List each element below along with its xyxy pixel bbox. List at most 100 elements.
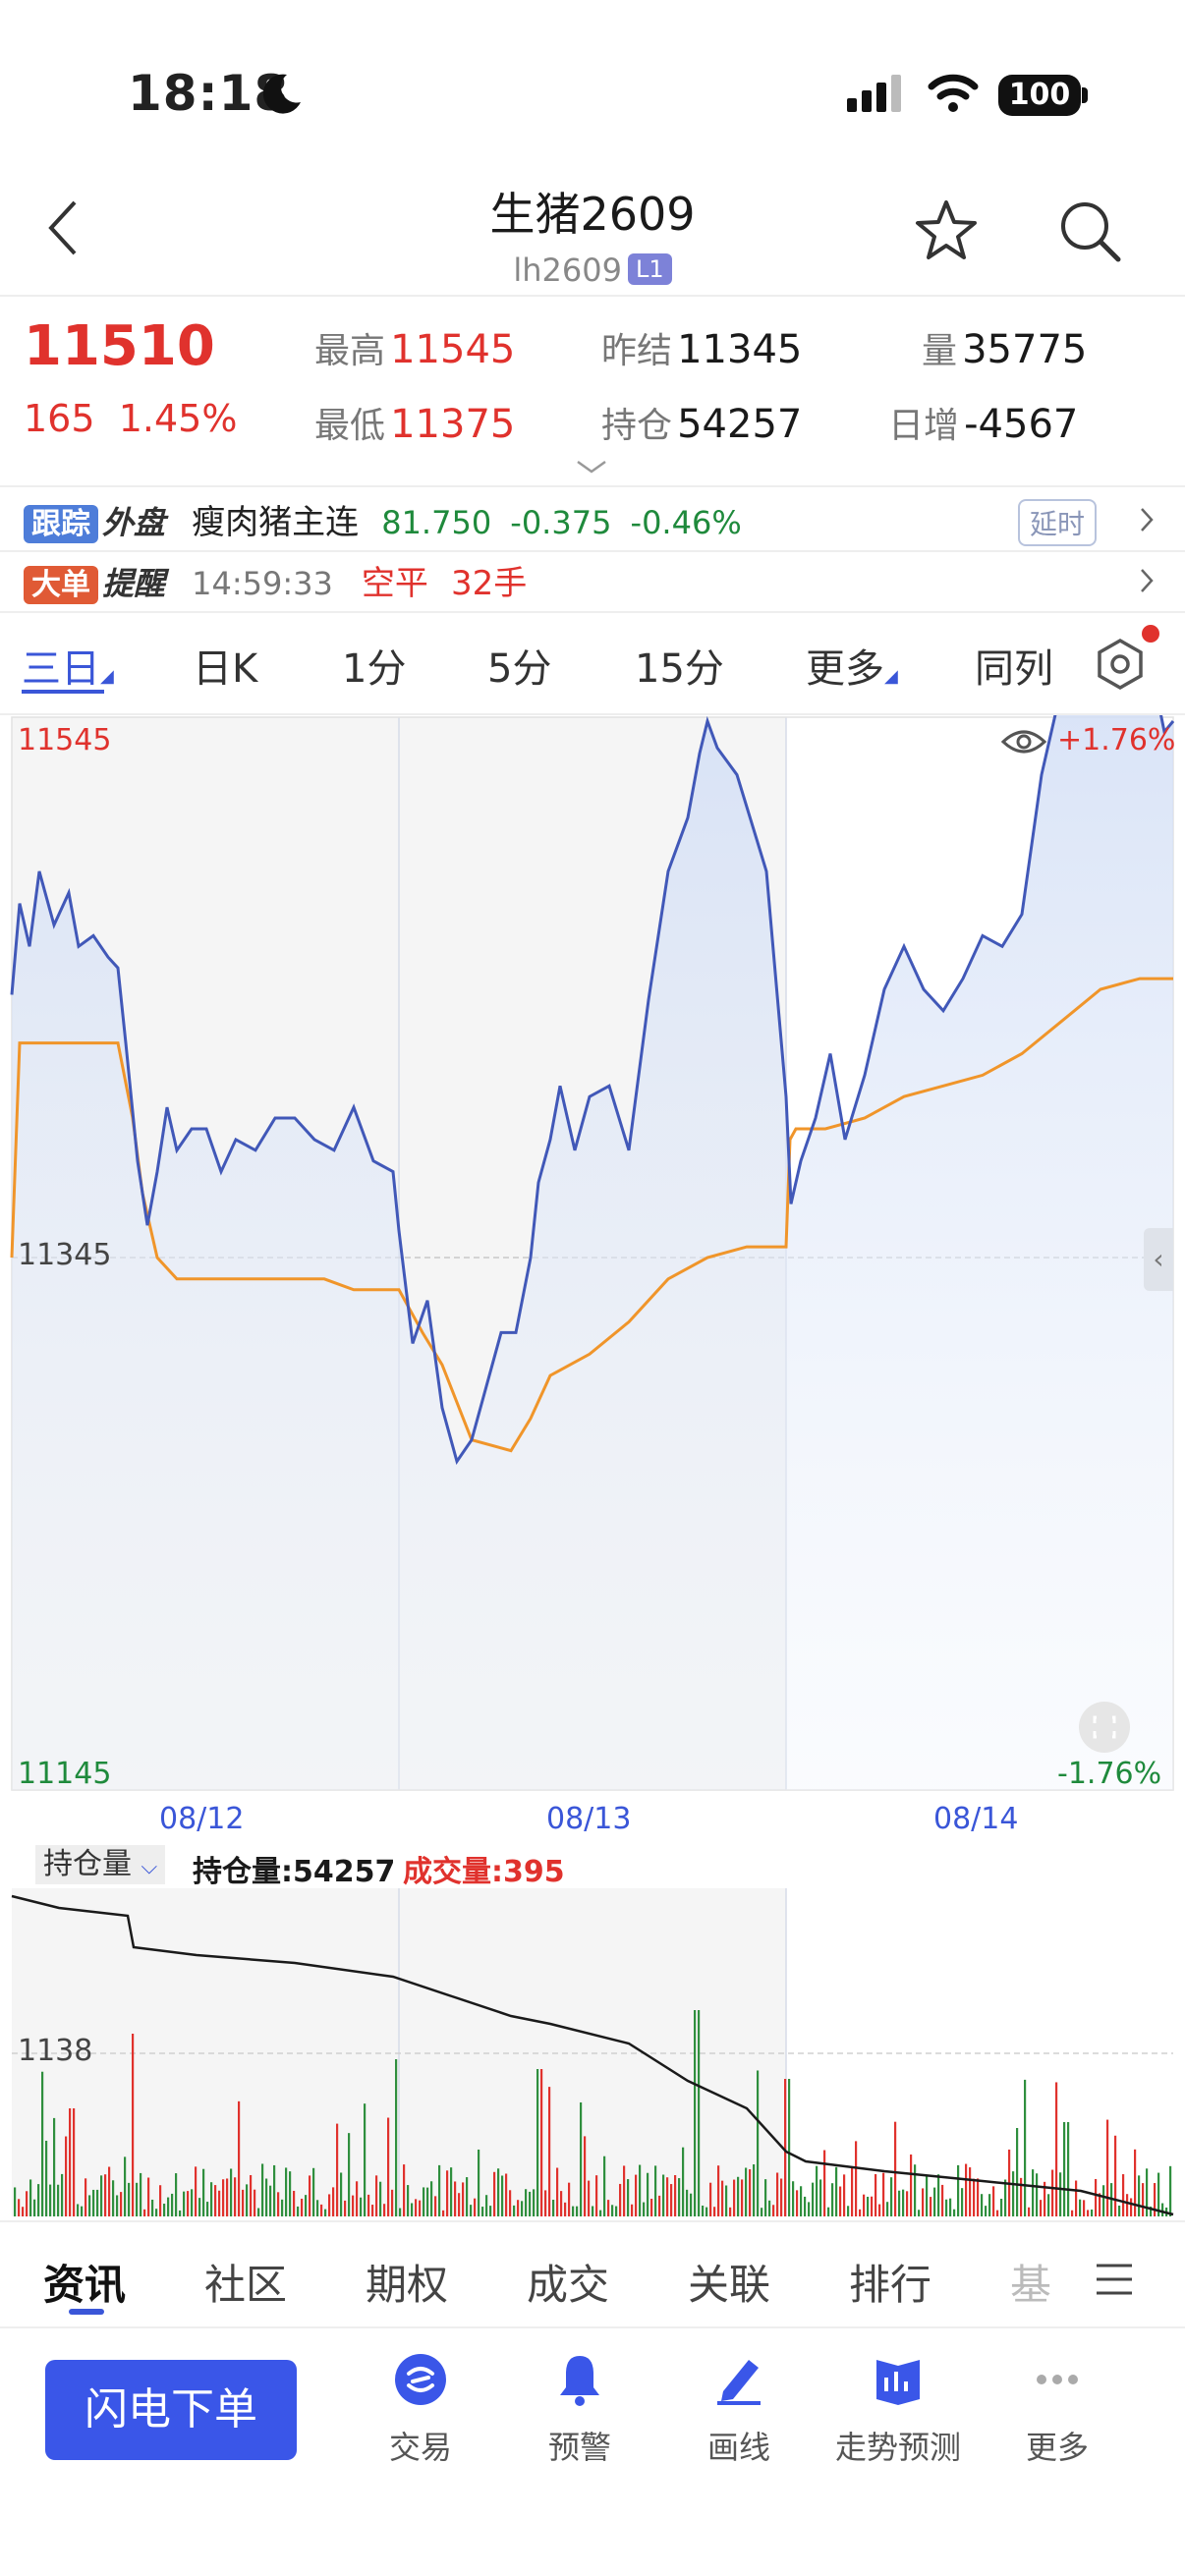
- more-dots-icon[interactable]: [979, 2352, 1136, 2411]
- subtab-ranking[interactable]: 排行: [849, 2252, 931, 2312]
- volume-bar: [650, 2199, 653, 2216]
- volume-bar: [690, 2193, 693, 2216]
- volume-bar: [761, 2208, 763, 2216]
- menu-icon[interactable]: [1095, 2262, 1134, 2301]
- nav-draw-label[interactable]: 画线: [660, 2423, 818, 2468]
- tab-same-column[interactable]: 同列: [975, 637, 1053, 694]
- chevron-right-icon[interactable]: [1138, 566, 1157, 599]
- volume-bar: [26, 2191, 28, 2216]
- volume-bar: [1071, 2210, 1074, 2216]
- volume-bar: [348, 2133, 351, 2216]
- bell-icon[interactable]: [501, 2352, 658, 2411]
- tab-15min[interactable]: 15分: [635, 637, 724, 694]
- nav-forecast-label[interactable]: 走势预测: [819, 2423, 977, 2468]
- tab-three-day[interactable]: 三日◢: [22, 637, 114, 694]
- volume-bar: [49, 2184, 52, 2216]
- indicator-selector[interactable]: 持仓量 ⌵: [35, 1845, 166, 1884]
- volume-bar: [257, 2208, 260, 2216]
- volume-bar: [234, 2177, 237, 2216]
- volume-bar: [981, 2194, 984, 2216]
- volume-bar: [1000, 2199, 1003, 2216]
- indicator-selector-label: 持仓量: [43, 1847, 132, 1881]
- settings-hexagon-icon[interactable]: [1093, 637, 1148, 696]
- volume-bar: [222, 2179, 225, 2216]
- change-percent: 1.45%: [118, 397, 238, 440]
- star-icon[interactable]: [912, 196, 981, 269]
- nav-trade-label[interactable]: 交易: [342, 2423, 499, 2468]
- volume-bar: [191, 2189, 194, 2216]
- volume-bar: [631, 2204, 634, 2216]
- chevron-right-icon[interactable]: [1138, 505, 1157, 538]
- nav-more-label[interactable]: 更多: [979, 2423, 1136, 2468]
- tab-more[interactable]: 更多◢: [806, 637, 898, 694]
- header-divider: [0, 295, 1185, 297]
- subtab-related[interactable]: 关联: [688, 2252, 770, 2312]
- volume-bar: [816, 2165, 818, 2216]
- battery-indicator: 100: [998, 75, 1081, 116]
- volume-bar: [808, 2202, 811, 2216]
- volume-bar: [367, 2194, 370, 2216]
- volume-bar: [214, 2185, 217, 2216]
- volume-bar: [1047, 2194, 1050, 2216]
- battery-tip: [1082, 87, 1088, 103]
- y-axis-mid: 11345: [18, 1238, 112, 1272]
- ticker-divider: [0, 550, 1185, 552]
- subtab-news[interactable]: 资讯: [43, 2252, 126, 2312]
- volume-bar: [733, 2179, 736, 2216]
- fullscreen-icon[interactable]: [1079, 1702, 1130, 1753]
- subtab-trades[interactable]: 成交: [527, 2252, 609, 2312]
- volume-bar: [623, 2165, 626, 2216]
- volume-bar: [654, 2165, 657, 2216]
- volume-bar: [301, 2198, 304, 2216]
- volume-bar: [800, 2186, 803, 2216]
- expand-chevron-icon[interactable]: [574, 458, 609, 479]
- volume-bar: [796, 2190, 799, 2216]
- tab-daily-k[interactable]: 日K: [193, 637, 257, 694]
- volume-bar: [309, 2175, 311, 2216]
- volume-bar: [132, 2034, 135, 2216]
- volume-bar: [745, 2167, 748, 2216]
- price-chart[interactable]: 11545 11345 11145 +1.76% -1.76% ‹: [0, 622, 1185, 1806]
- pct-axis-bottom: -1.76%: [1057, 1757, 1162, 1791]
- trade-icon[interactable]: [342, 2352, 499, 2411]
- volume-bar: [22, 2207, 25, 2216]
- flash-order-button[interactable]: 闪电下单: [45, 2360, 297, 2460]
- trend-forecast-icon[interactable]: [819, 2352, 977, 2411]
- collapse-side-icon[interactable]: ‹: [1144, 1228, 1173, 1291]
- volume-bar: [1114, 2135, 1117, 2216]
- tab-5min[interactable]: 5分: [487, 637, 551, 694]
- subtab-options[interactable]: 期权: [366, 2252, 448, 2312]
- draw-line-icon[interactable]: [660, 2352, 818, 2411]
- contract-code: lh2609 L1: [0, 252, 1185, 289]
- volume-bar: [273, 2164, 276, 2216]
- volume-bar: [96, 2189, 99, 2216]
- search-icon[interactable]: [1055, 196, 1124, 269]
- volume-bar: [332, 2187, 335, 2216]
- big-order-alert[interactable]: 大单 提醒 14:59:33 空平 32手: [24, 556, 1163, 607]
- volume-bar: [1012, 2171, 1015, 2216]
- volume-bar: [387, 2117, 390, 2216]
- volume-value: 35775: [962, 327, 1088, 372]
- eye-icon[interactable]: [1000, 725, 1047, 762]
- volume-bar: [403, 2164, 406, 2216]
- subtab-community[interactable]: 社区: [204, 2252, 287, 2312]
- volume-bar: [269, 2185, 272, 2216]
- volume-bar: [250, 2174, 253, 2216]
- volume-bar: [529, 2191, 532, 2216]
- volume-bar: [395, 2059, 398, 2216]
- volume-bar: [77, 2204, 80, 2216]
- volume-bar: [1059, 2172, 1062, 2216]
- subtab-fundamentals[interactable]: 基: [1010, 2252, 1051, 2312]
- overseas-ticker[interactable]: 跟踪 外盘 瘦肉猪主连 81.750 -0.375 -0.46%: [24, 495, 1163, 546]
- volume-chart[interactable]: 1138: [0, 1886, 1185, 2218]
- volume-bar: [1095, 2178, 1098, 2216]
- tab-1min[interactable]: 1分: [342, 637, 406, 694]
- nav-alert-label[interactable]: 预警: [501, 2423, 658, 2468]
- chevron-down-icon: ⌵: [141, 1855, 158, 1879]
- volume-bar: [855, 2141, 858, 2216]
- volume-bar: [195, 2166, 198, 2216]
- volume-bar: [713, 2207, 716, 2216]
- volume-bar: [741, 2179, 744, 2216]
- low-stat: 最低 11375: [314, 397, 515, 448]
- dropdown-corner-icon: ◢: [884, 666, 898, 687]
